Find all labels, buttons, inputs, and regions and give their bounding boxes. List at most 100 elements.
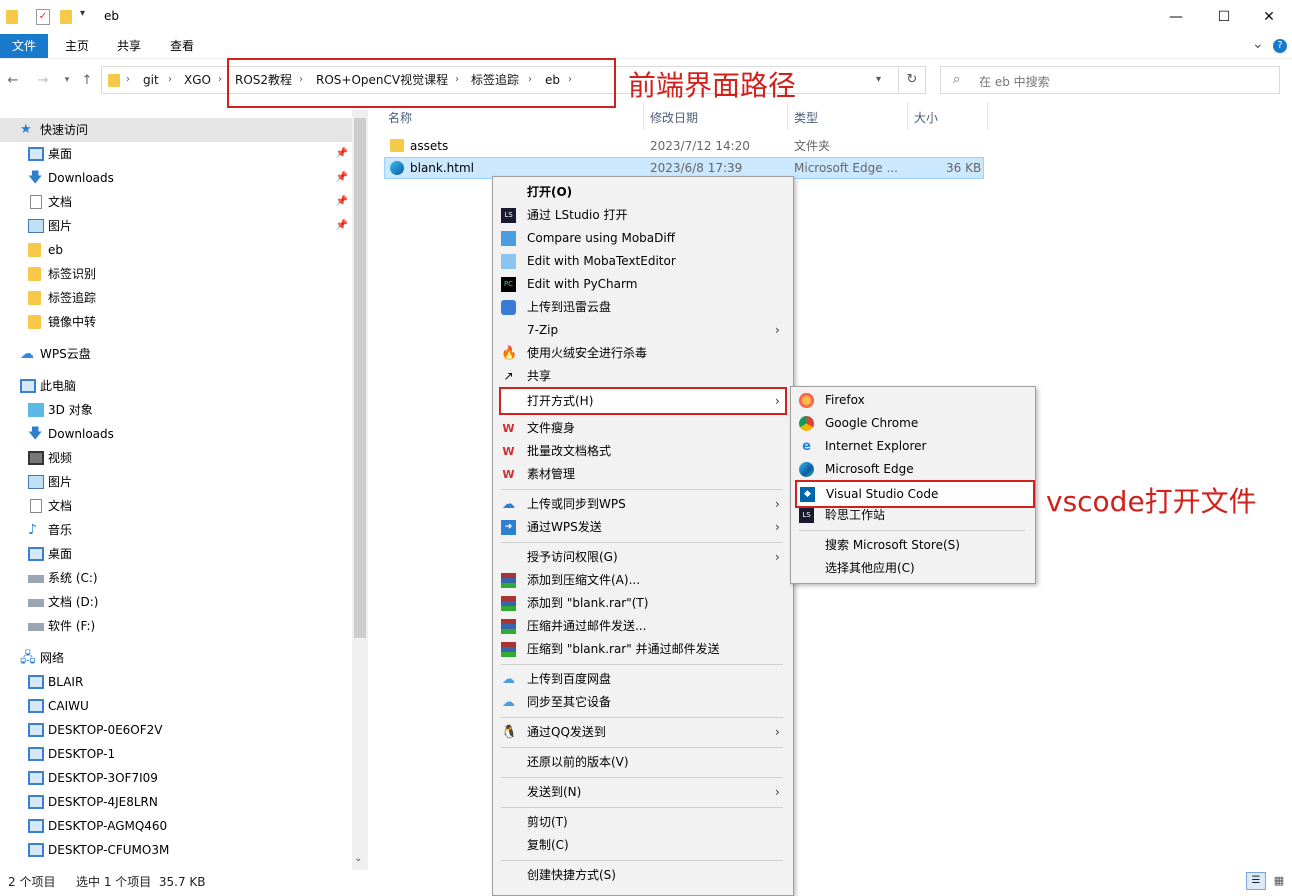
- pin-icon[interactable]: 📌: [336, 166, 348, 190]
- search-box[interactable]: ⌕ 在 eb 中搜索: [940, 66, 1280, 94]
- open-with-lisi[interactable]: LS 聆思工作站: [791, 504, 1033, 527]
- menu-send-qq[interactable]: 🐧 通过QQ发送到 ›: [493, 721, 791, 744]
- column-divider[interactable]: [787, 102, 788, 130]
- nav-net-desktop-4je[interactable]: DESKTOP-4JE8LRN: [0, 790, 352, 814]
- menu-compress-email[interactable]: 压缩并通过邮件发送...: [493, 615, 791, 638]
- refresh-icon[interactable]: ↻: [898, 66, 926, 94]
- up-arrow-icon[interactable]: ↑: [78, 70, 96, 90]
- pin-icon[interactable]: 📌: [336, 190, 348, 214]
- column-divider[interactable]: [643, 102, 644, 130]
- nav-quick-eb[interactable]: eb: [0, 238, 352, 262]
- open-with-ie[interactable]: e Internet Explorer: [791, 435, 1033, 458]
- nav-quick-documents[interactable]: 文档 📌: [0, 190, 352, 214]
- nav-pc-pictures[interactable]: 图片: [0, 470, 352, 494]
- menu-mobatexteditor[interactable]: Edit with MobaTextEditor: [493, 250, 791, 273]
- menu-send-to[interactable]: 发送到(N) ›: [493, 781, 791, 804]
- menu-open-lstudio[interactable]: LS 通过 LStudio 打开: [493, 204, 791, 227]
- scroll-down-icon[interactable]: ⌄: [354, 853, 362, 864]
- nav-pc-documents[interactable]: 文档: [0, 494, 352, 518]
- large-icons-view-icon[interactable]: ▦: [1270, 872, 1288, 890]
- menu-add-blank-rar[interactable]: 添加到 "blank.rar"(T): [493, 592, 791, 615]
- menu-batch-convert[interactable]: W 批量改文档格式: [493, 440, 791, 463]
- tab-view[interactable]: 查看: [160, 34, 204, 58]
- nav-net-desktop-0e6[interactable]: DESKTOP-0E6OF2V: [0, 718, 352, 742]
- chevron-right-icon[interactable]: ›: [168, 67, 172, 93]
- help-icon[interactable]: ?: [1273, 39, 1287, 53]
- menu-baidu-upload[interactable]: ☁ 上传到百度网盘: [493, 668, 791, 691]
- quick-access-toolbar-dropdown[interactable]: ▾: [80, 8, 85, 19]
- forward-arrow-icon[interactable]: →: [34, 70, 52, 90]
- menu-restore-versions[interactable]: 还原以前的版本(V): [493, 751, 791, 774]
- menu-add-archive[interactable]: 添加到压缩文件(A)...: [493, 569, 791, 592]
- menu-material[interactable]: W 素材管理: [493, 463, 791, 486]
- close-button[interactable]: ✕: [1246, 0, 1292, 34]
- file-row-assets[interactable]: assets 2023/7/12 14:20 文件夹: [384, 135, 984, 157]
- nav-music[interactable]: ♪ 音乐: [0, 518, 352, 542]
- nav-quick-access[interactable]: ★ 快速访问: [0, 118, 352, 142]
- tab-file[interactable]: 文件: [0, 34, 48, 58]
- nav-network[interactable]: 🖧 网络: [0, 646, 352, 670]
- column-divider[interactable]: [907, 102, 908, 130]
- menu-compress-rar-email[interactable]: 压缩到 "blank.rar" 并通过邮件发送: [493, 638, 791, 661]
- menu-huorong[interactable]: 🔥 使用火绒安全进行杀毒: [493, 342, 791, 365]
- nav-drive-f[interactable]: 软件 (F:): [0, 614, 352, 638]
- nav-net-desktop-1[interactable]: DESKTOP-1: [0, 742, 352, 766]
- nav-quick-pictures[interactable]: 图片 📌: [0, 214, 352, 238]
- nav-drive-d[interactable]: 文档 (D:): [0, 590, 352, 614]
- chevron-right-icon[interactable]: ›: [218, 67, 222, 93]
- breadcrumb-git[interactable]: git: [143, 67, 159, 93]
- nav-quick-tag-tracking[interactable]: 标签追踪: [0, 286, 352, 310]
- open-with-other[interactable]: 选择其他应用(C): [791, 557, 1033, 580]
- nav-scrollbar-thumb[interactable]: [354, 118, 366, 638]
- nav-net-desktop-cfu[interactable]: DESKTOP-CFUMO3M: [0, 838, 352, 862]
- menu-xunlei[interactable]: 上传到迅雷云盘: [493, 296, 791, 319]
- nav-net-caiwu[interactable]: CAIWU: [0, 694, 352, 718]
- menu-copy[interactable]: 复制(C): [493, 834, 791, 857]
- nav-this-pc[interactable]: 此电脑: [0, 374, 352, 398]
- pin-icon[interactable]: 📌: [336, 142, 348, 166]
- pin-icon[interactable]: 📌: [336, 214, 348, 238]
- nav-3d-objects[interactable]: 3D 对象: [0, 398, 352, 422]
- nav-net-desktop-3of[interactable]: DESKTOP-3OF7I09: [0, 766, 352, 790]
- nav-wps-cloud[interactable]: ☁ WPS云盘: [0, 342, 352, 366]
- column-header-date[interactable]: 修改日期: [650, 106, 698, 130]
- nav-quick-downloads[interactable]: 🡇 Downloads 📌: [0, 166, 352, 190]
- menu-7zip[interactable]: 7-Zip ›: [493, 319, 791, 342]
- nav-videos[interactable]: 视频: [0, 446, 352, 470]
- open-with-firefox[interactable]: Firefox: [791, 389, 1033, 412]
- maximize-button[interactable]: ☐: [1201, 0, 1247, 34]
- chevron-down-icon[interactable]: ▾: [876, 67, 881, 93]
- ribbon-expand-icon[interactable]: ⌄: [1252, 36, 1264, 52]
- menu-send-wps[interactable]: ➜ 通过WPS发送 ›: [493, 516, 791, 539]
- chevron-right-icon[interactable]: ›: [126, 67, 130, 93]
- menu-slim[interactable]: W 文件瘦身: [493, 417, 791, 440]
- column-header-size[interactable]: 大小: [914, 106, 938, 130]
- menu-grant-access[interactable]: 授予访问权限(G) ›: [493, 546, 791, 569]
- nav-net-blair[interactable]: BLAIR: [0, 670, 352, 694]
- column-header-name[interactable]: 名称: [388, 106, 412, 130]
- menu-open[interactable]: 打开(O): [493, 181, 791, 204]
- nav-drive-c[interactable]: 系统 (C:): [0, 566, 352, 590]
- menu-open-with[interactable]: 打开方式(H) ›: [499, 387, 787, 415]
- nav-quick-tag-recognition[interactable]: 标签识别: [0, 262, 352, 286]
- open-with-chrome[interactable]: Google Chrome: [791, 412, 1033, 435]
- details-view-icon[interactable]: ☰: [1246, 872, 1266, 890]
- tab-home[interactable]: 主页: [55, 34, 99, 58]
- nav-pc-desktop[interactable]: 桌面: [0, 542, 352, 566]
- column-header-type[interactable]: 类型: [794, 106, 818, 130]
- breadcrumb-xgo[interactable]: XGO: [184, 67, 211, 93]
- back-arrow-icon[interactable]: ←: [4, 70, 22, 90]
- nav-quick-desktop[interactable]: 桌面 📌: [0, 142, 352, 166]
- nav-pc-downloads[interactable]: 🡇 Downloads: [0, 422, 352, 446]
- menu-share[interactable]: ↗ 共享: [493, 365, 791, 388]
- menu-cut[interactable]: 剪切(T): [493, 811, 791, 834]
- open-with-edge[interactable]: Microsoft Edge: [791, 458, 1033, 481]
- nav-net-desktop-agm[interactable]: DESKTOP-AGMQ460: [0, 814, 352, 838]
- column-divider[interactable]: [987, 102, 988, 130]
- recent-locations-icon[interactable]: ▾: [58, 70, 76, 90]
- menu-sync-devices[interactable]: ☁ 同步至其它设备: [493, 691, 791, 714]
- open-with-store[interactable]: 搜索 Microsoft Store(S): [791, 534, 1033, 557]
- minimize-button[interactable]: —: [1153, 0, 1199, 34]
- nav-quick-mirror[interactable]: 镜像中转: [0, 310, 352, 334]
- properties-icon[interactable]: ✓: [36, 9, 50, 25]
